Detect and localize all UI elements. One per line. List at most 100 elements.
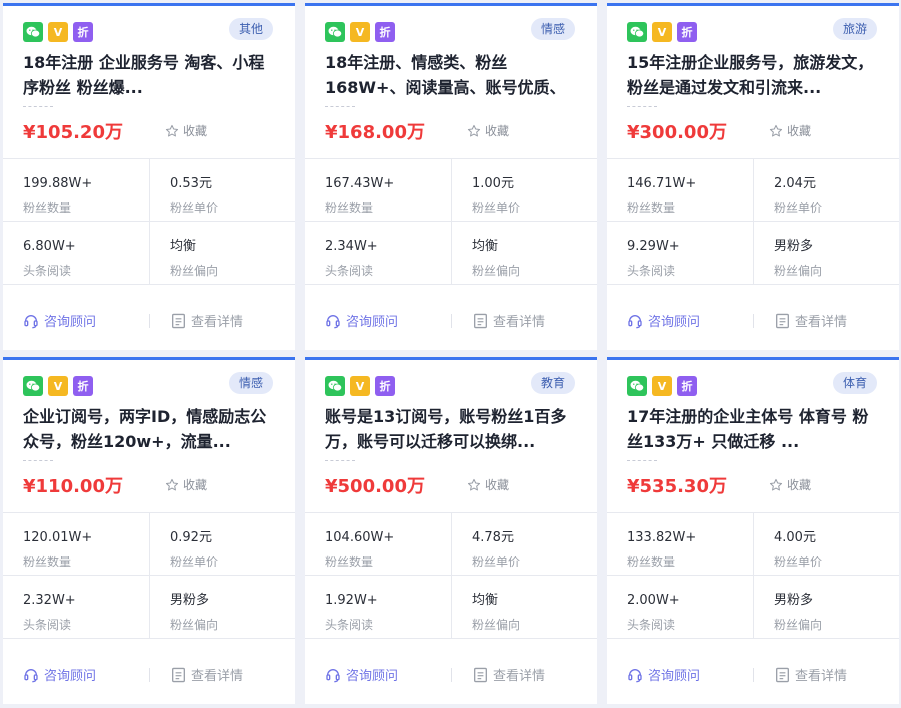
divider <box>305 284 597 285</box>
card-title[interactable]: 账号是13订阅号，账号粉丝1百多万，账号可以迁移可以换绑... <box>325 404 577 454</box>
view-detail-button[interactable]: 查看详情 <box>473 311 545 330</box>
stat-label: 粉丝单价 <box>774 201 823 215</box>
verified-badge: V <box>652 22 672 42</box>
stat-fans-bias: 均衡 粉丝偏向 <box>472 593 520 633</box>
consult-button[interactable]: 咨询顾问 <box>23 665 96 684</box>
discount-badge: 折 <box>375 376 395 396</box>
wechat-icon <box>325 376 345 396</box>
favorite-button[interactable]: 收藏 <box>165 476 207 493</box>
account-card[interactable]: V 折 旅游 15年注册企业服务号，旅游发文，粉丝是通过发文和引流来... ¥3… <box>607 3 899 350</box>
verified-badge: V <box>48 22 68 42</box>
favorite-label: 收藏 <box>183 124 208 138</box>
card-title[interactable]: 15年注册企业服务号，旅游发文，粉丝是通过发文和引流来... <box>627 50 879 100</box>
stat-label: 粉丝偏向 <box>170 618 219 632</box>
stat-fans-count: 199.88W+ 粉丝数量 <box>23 176 92 216</box>
stat-label: 粉丝数量 <box>23 555 72 569</box>
stat-value: 0.92元 <box>170 530 212 545</box>
stat-label: 粉丝单价 <box>472 555 521 569</box>
account-card[interactable]: V 折 情感 18年注册、情感类、粉丝168W+、阅读量高、账号优质、粉... … <box>305 3 597 350</box>
consult-label: 咨询顾问 <box>346 669 399 684</box>
divider <box>3 638 295 639</box>
consult-button[interactable]: 咨询顾问 <box>325 665 398 684</box>
stat-label: 粉丝数量 <box>325 555 374 569</box>
consult-button[interactable]: 咨询顾问 <box>627 665 700 684</box>
stat-label: 粉丝偏向 <box>774 618 823 632</box>
stat-label: 粉丝数量 <box>627 201 676 215</box>
discount-badge: 折 <box>73 376 93 396</box>
stat-headline-reads: 6.80W+ 头条阅读 <box>23 239 76 279</box>
card-title[interactable]: 18年注册 企业服务号 淘客、小程序粉丝 粉丝爆... <box>23 50 275 100</box>
action-separator <box>753 668 754 682</box>
stat-headline-reads: 2.34W+ 头条阅读 <box>325 239 378 279</box>
consult-button[interactable]: 咨询顾问 <box>23 311 96 330</box>
view-detail-button[interactable]: 查看详情 <box>473 665 545 684</box>
stat-label: 头条阅读 <box>23 618 72 632</box>
account-card[interactable]: V 折 其他 18年注册 企业服务号 淘客、小程序粉丝 粉丝爆... ¥105.… <box>3 3 295 350</box>
favorite-button[interactable]: 收藏 <box>769 476 811 493</box>
stat-label: 粉丝单价 <box>170 201 219 215</box>
view-detail-button[interactable]: 查看详情 <box>171 665 243 684</box>
stat-value: 男粉多 <box>774 593 814 608</box>
verified-badge: V <box>350 22 370 42</box>
view-detail-button[interactable]: 查看详情 <box>775 311 847 330</box>
consult-button[interactable]: 咨询顾问 <box>325 311 398 330</box>
discount-badge: 折 <box>73 22 93 42</box>
document-icon <box>474 667 487 682</box>
stat-value: 2.04元 <box>774 176 816 191</box>
stat-value: 均衡 <box>472 239 499 254</box>
account-card[interactable]: V 折 体育 17年注册的企业主体号 体育号 粉丝133万+ 只做迁移 ... … <box>607 357 899 704</box>
favorite-button[interactable]: 收藏 <box>165 122 207 139</box>
stat-label: 头条阅读 <box>627 264 676 278</box>
stat-label: 头条阅读 <box>23 264 72 278</box>
document-icon <box>172 667 185 682</box>
headset-icon <box>628 668 642 682</box>
stat-fans-unit-price: 0.92元 粉丝单价 <box>170 530 218 570</box>
view-detail-button[interactable]: 查看详情 <box>171 311 243 330</box>
stat-fans-unit-price: 2.04元 粉丝单价 <box>774 176 822 216</box>
stat-value: 0.53元 <box>170 176 212 191</box>
stat-fans-unit-price: 0.53元 粉丝单价 <box>170 176 218 216</box>
stat-value: 均衡 <box>472 593 499 608</box>
stat-fans-count: 120.01W+ 粉丝数量 <box>23 530 92 570</box>
discount-badge: 折 <box>677 22 697 42</box>
divider <box>607 284 899 285</box>
account-card-grid: V 折 其他 18年注册 企业服务号 淘客、小程序粉丝 粉丝爆... ¥105.… <box>0 0 901 708</box>
divider <box>753 158 754 284</box>
account-card[interactable]: V 折 情感 企业订阅号，两字ID，情感励志公众号，粉丝120w+，流量... … <box>3 357 295 704</box>
verified-badge: V <box>48 376 68 396</box>
stat-label: 粉丝单价 <box>774 555 823 569</box>
card-title[interactable]: 17年注册的企业主体号 体育号 粉丝133万+ 只做迁移 ... <box>627 404 879 454</box>
divider <box>607 638 899 639</box>
favorite-label: 收藏 <box>485 478 510 492</box>
stat-label: 粉丝数量 <box>325 201 374 215</box>
wechat-icon <box>325 22 345 42</box>
category-tag: 旅游 <box>832 18 877 40</box>
headset-icon <box>326 668 340 682</box>
consult-label: 咨询顾问 <box>44 315 97 330</box>
view-detail-button[interactable]: 查看详情 <box>775 665 847 684</box>
favorite-button[interactable]: 收藏 <box>769 122 811 139</box>
stat-value: 167.43W+ <box>325 176 395 191</box>
price: ¥300.00万 <box>627 122 727 143</box>
price: ¥500.00万 <box>325 476 425 497</box>
account-card[interactable]: V 折 教育 账号是13订阅号，账号粉丝1百多万，账号可以迁移可以换绑... ¥… <box>305 357 597 704</box>
favorite-button[interactable]: 收藏 <box>467 476 509 493</box>
consult-button[interactable]: 咨询顾问 <box>627 311 700 330</box>
stat-headline-reads: 1.92W+ 头条阅读 <box>325 593 378 633</box>
favorite-label: 收藏 <box>787 478 812 492</box>
discount-badge: 折 <box>677 376 697 396</box>
stat-label: 粉丝数量 <box>23 201 72 215</box>
stat-fans-bias: 男粉多 粉丝偏向 <box>170 593 218 633</box>
card-title[interactable]: 企业订阅号，两字ID，情感励志公众号，粉丝120w+，流量... <box>23 404 275 454</box>
category-tag: 情感 <box>228 372 273 394</box>
stat-fans-unit-price: 4.00元 粉丝单价 <box>774 530 822 570</box>
stat-value: 146.71W+ <box>627 176 697 191</box>
consult-label: 咨询顾问 <box>648 315 701 330</box>
stat-value: 133.82W+ <box>627 530 697 545</box>
star-icon <box>769 478 783 490</box>
card-title[interactable]: 18年注册、情感类、粉丝168W+、阅读量高、账号优质、粉... <box>325 50 577 100</box>
stat-fans-bias: 男粉多 粉丝偏向 <box>774 239 822 279</box>
headset-icon <box>326 314 340 328</box>
favorite-button[interactable]: 收藏 <box>467 122 509 139</box>
headset-icon <box>24 314 38 328</box>
